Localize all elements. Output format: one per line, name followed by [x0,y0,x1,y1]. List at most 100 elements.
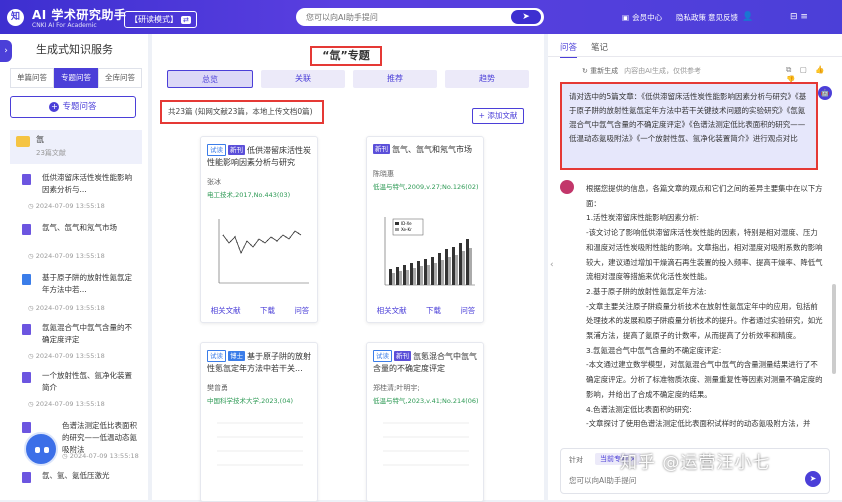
card-title: 试读 新刊 氙氪混合气中氙气含量的不确定度评定 [373,350,477,373]
answer-heading: 3.氙氪混合气中氙气含量的不确定度评定: [586,345,722,355]
download-link[interactable]: 下载 [426,305,441,316]
watermark: 知乎 @运营汪小七 [620,453,771,473]
card-author: 郑桂清;叶明宇; [373,384,420,392]
card-thumbnail-chart [217,422,303,466]
document-card[interactable]: 试读 新刊 氙氪混合气中氙气含量的不确定度评定 郑桂清;叶明宇; 低温与特气,202… [366,342,484,502]
history-item[interactable]: 基于原子阱的放射性氪氙定年方法中若... ◷ 2024-07-09 13:55:… [22,272,142,328]
card-source: 低温与特气,2023,v.41;No.214(06) [373,397,479,405]
answer-heading: 1.活性炭滞留床性能影响因素分析: [586,213,700,223]
add-document-button[interactable]: + 添加文献 [472,108,524,124]
trial-tag: 试读 [207,350,226,362]
app-subtitle: CNKI AI For Academic [32,22,97,29]
answer-paragraph: 根据您提供的信息，各篇文章的观点和它们之间的差异主要集中在以下方面： [586,184,823,208]
tab-recommend[interactable]: 推荐 [353,70,437,88]
answer-paragraph: -文章主要关注原子阱痕量分析技术在放射性氪氙定年中的应用，包括前处理技术的发展和… [586,301,823,341]
card-actions: 相关文献 下载 问答 [201,305,319,316]
user-question: 请对选中的5篇文章：《低供滞留床活性炭性能影响因素分析与研究》《基于原子阱的放射… [560,82,818,170]
qa-link[interactable]: 问答 [294,305,309,316]
robot-eye [35,447,40,453]
card-title: 试读 博士 基于原子阱的放射性氪氙定年方法中若干关... [207,350,311,373]
sidebar: › 生成式知识服务 单篇问答 专题问答 全库问答 + 专题问答 氙 23篇文献 低… [0,34,148,500]
trial-tag: 试读 [207,144,226,156]
tab-library-qa[interactable]: 全库问答 [98,68,142,88]
new-tag: 新刊 [228,145,245,155]
qa-link[interactable]: 问答 [460,305,475,316]
user-avatar-icon[interactable]: 👤 [742,12,753,22]
plus-icon: + [49,102,60,112]
tab-trend[interactable]: 趋势 [445,70,529,88]
document-card[interactable]: 试读 新刊 低供滞留床活性炭性能影响因素分析与研究 张冰 电工技术,2017,No.… [200,136,318,323]
download-link[interactable]: 下载 [260,305,275,316]
divider [548,56,842,57]
main-tabs: 总览 关联 推荐 趋势 [167,70,529,88]
logo-icon: 知 [7,9,24,26]
document-icon [22,174,31,185]
search-submit-button[interactable]: ➤ [511,10,541,24]
card-author: 陈晓惠 [373,170,394,178]
tab-overview[interactable]: 总览 [167,70,253,88]
folder-name: 氙 [36,135,44,144]
member-center-link[interactable]: ▣ 会员中心 [622,12,662,23]
history-date: ◷ 2024-07-09 13:55:18 [28,352,105,360]
tab-relation[interactable]: 关联 [261,70,345,88]
scope-label: 针对 [569,456,583,464]
top-bar: 知 AI 学术研究助手 CNKI AI For Academic 【研读模式】 ⇄… [0,0,842,34]
new-tag: 新刊 [394,351,411,361]
tab-single-qa[interactable]: 单篇问答 [10,68,54,88]
card-source: 低温与特气,2009,v.27;No.126(02) [373,183,479,191]
top-search-input[interactable] [306,10,496,24]
qa-panel: ‹ 问答 笔记 ↻ 重新生成 内容由AI生成，仅供参考 ⧉ ▢ 👍 👎 请对选中的… [548,34,842,500]
mode-switch-button[interactable]: 【研读模式】 ⇄ [124,11,197,28]
folder-count: 23篇文献 [36,149,66,157]
topic-title: “氙”专题 [310,46,382,66]
history-item[interactable]: 一个放射性氙、氩净化装置简介 ◷ 2024-07-09 13:55:18 [22,370,142,420]
ai-avatar-icon [560,180,574,194]
history-date: ◷ 2024-07-09 13:55:18 [28,304,105,312]
document-icon [22,274,31,285]
switch-icon: ⇄ [181,16,191,24]
trial-tag: 试读 [373,350,392,362]
answer-heading: 4.色谱法测定低比表面积的研究: [586,404,692,414]
privacy-link[interactable]: 隐私政策 [676,12,706,23]
history-item[interactable]: 氙氪混合气中氙气含量的不确定度评定 ◷ 2024-07-09 13:55:18 [22,322,142,372]
feedback-link[interactable]: 意见反馈 [708,12,738,23]
history-item[interactable]: 氙气、氙气和氖气市场 ◷ 2024-07-09 13:55:18 [22,222,142,272]
svg-text:Xe-Kr: Xe-Kr [401,227,412,232]
window-controls-icon[interactable]: ⊟ ≡ [790,12,808,22]
top-search: ➤ [296,8,544,26]
history-item[interactable]: 低供滞留床活性炭性能影响因素分析与... ◷ 2024-07-09 13:55:… [22,172,142,220]
document-card[interactable]: 试读 博士 基于原子阱的放射性氪氙定年方法中若干关... 樊曾勇 中国科学技术大学,… [200,342,318,502]
card-source: 中国科学技术大学,2023,(04) [207,397,294,405]
card-thumbnail-chart [207,213,313,295]
send-button[interactable]: ➤ [805,471,821,487]
sidebar-toggle-icon[interactable]: › [0,40,12,62]
document-icon [22,224,31,235]
folder-icon [16,136,30,147]
related-docs-link[interactable]: 相关文献 [377,305,407,316]
phd-tag: 博士 [228,351,245,361]
ai-assistant-icon[interactable] [24,432,58,466]
topic-folder[interactable]: 氙 23篇文献 [10,130,142,164]
main-panel: “氙”专题 总览 关联 推荐 趋势 共23篇 (知网文献23篇，本地上传文档0篇… [152,34,544,502]
question-input[interactable] [569,473,769,487]
card-author: 张冰 [207,178,221,186]
card-thumbnail-chart: ID-Xe Xe-Kr [373,213,479,295]
card-source: 电工技术,2017,No.443(03) [207,191,291,199]
document-card[interactable]: 新刊 氙气、氙气和氖气市场 陈晓惠 低温与特气,2009,v.27;No.126(… [366,136,484,323]
robot-eye [44,447,49,453]
document-count: 共23篇 (知网文献23篇，本地上传文档0篇) [160,100,324,124]
new-tag: 新刊 [373,144,390,154]
answer-paragraph: -文章探讨了使用色谱法测定低比表面积试样时的动态氪吸附方法，并 [586,419,811,429]
regenerate-button[interactable]: ↻ 重新生成 [582,67,618,75]
answer-heading: 2.基于原子阱的放射性氪氙定年方法: [586,286,707,296]
collapse-panel-icon[interactable]: ‹ [550,260,560,274]
related-docs-link[interactable]: 相关文献 [211,305,241,316]
mode-label: 【研读模式】 [130,15,178,24]
new-topic-button[interactable]: + 专题问答 [10,96,136,118]
answer-scrollbar[interactable] [832,284,836,374]
sidebar-title: 生成式知识服务 [36,43,113,56]
card-title: 试读 新刊 低供滞留床活性炭性能影响因素分析与研究 [207,144,311,167]
tab-topic-qa[interactable]: 专题问答 [54,68,98,88]
history-item[interactable]: 氙、氩、氪低压激光 [22,470,142,490]
document-icon [22,324,31,335]
